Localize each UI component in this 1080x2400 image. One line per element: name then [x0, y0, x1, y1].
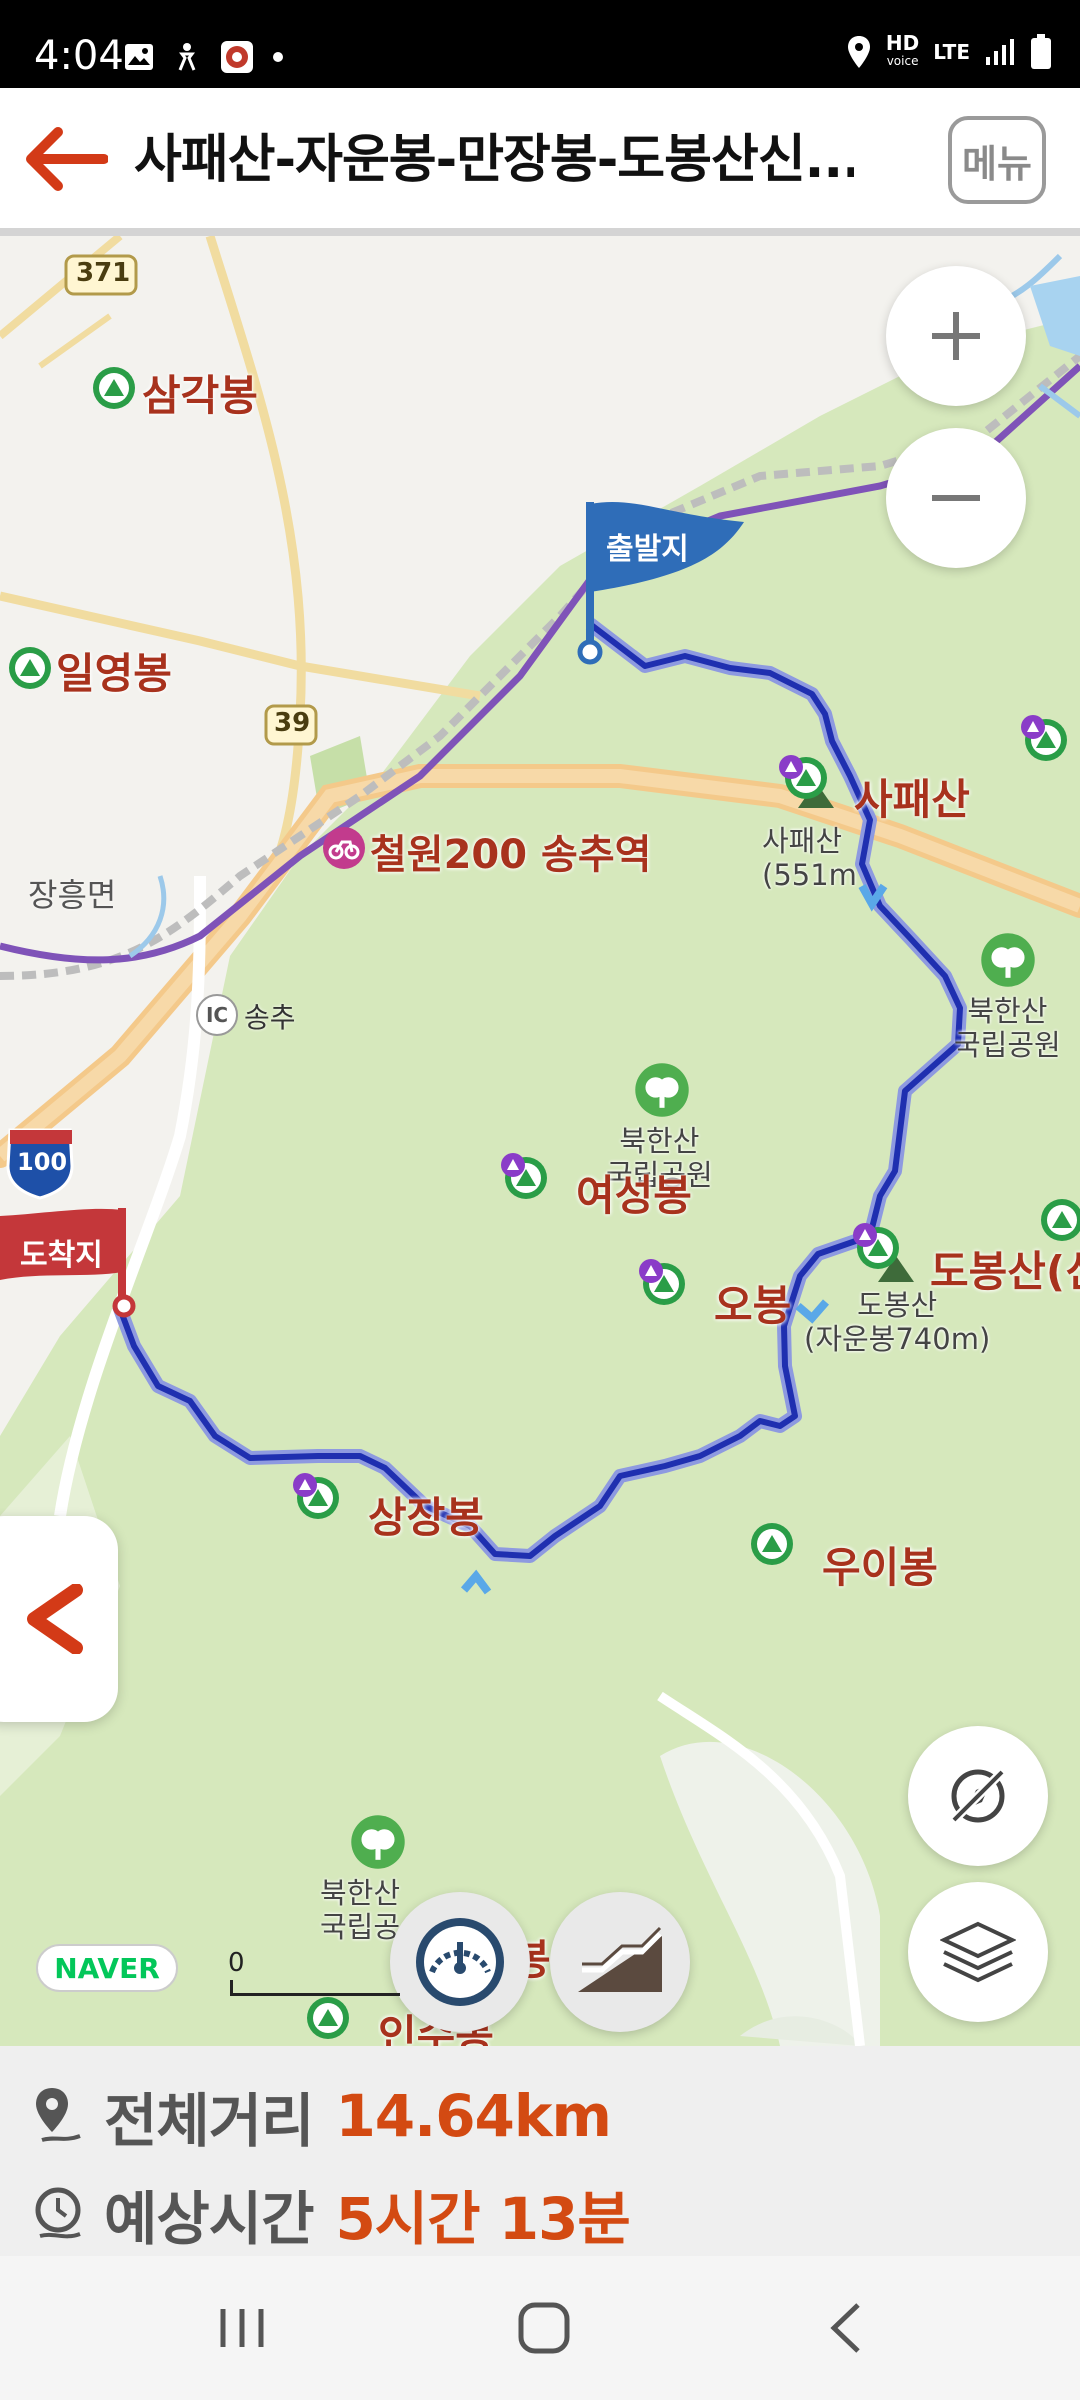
arrow-left-icon [26, 127, 109, 191]
distance-label: 전체거리 [104, 2087, 314, 2155]
zoom-out-button[interactable] [886, 428, 1026, 568]
page-title: 사패산-자운봉-만장봉-도봉산신... [134, 130, 854, 190]
mountain-icon [9, 647, 51, 689]
start-flag-label: 출발지 [606, 532, 689, 567]
park-bukhansan-3: 북한산 국립공 [320, 1876, 401, 1944]
recents-button[interactable] [202, 2296, 282, 2360]
ic-badge: IC [196, 994, 238, 1036]
dot-icon [273, 52, 283, 62]
poi-station[interactable]: 철원200 송추역 [370, 822, 651, 880]
location-icon [847, 36, 870, 68]
road-number-100: 100 [17, 1148, 68, 1176]
back-chevron-icon [830, 2303, 860, 2353]
bicycle-station-icon [323, 827, 365, 869]
route-pin-icon [36, 2088, 81, 2142]
hiker-badge-icon [779, 755, 803, 779]
peak-sapaesan-info: 사패산 (551m [762, 824, 857, 892]
mountain-icon [93, 367, 135, 409]
hiker-badge-icon [853, 1223, 877, 1247]
compass-button[interactable] [908, 1726, 1048, 1866]
map-view[interactable]: 371 39 100 삼각봉 일영봉 장흥면 철원200 송추역 IC 송추 사… [0, 236, 1080, 2046]
scale-bar [230, 1980, 400, 1996]
hiker-badge-icon [293, 1473, 317, 1497]
poi-sangjangbong[interactable]: 상장봉 [368, 1484, 484, 1545]
clock-pin-icon [35, 2187, 81, 2239]
plus-icon [932, 312, 980, 360]
park-tree-icon [981, 933, 1035, 987]
gallery-icon [125, 44, 153, 70]
hiker-badge-icon [501, 1153, 525, 1177]
poi-samgakbong[interactable]: 삼각봉 [142, 362, 258, 423]
hiker-badge-icon [639, 1259, 663, 1283]
scale-zero: 0 [228, 1948, 245, 1978]
time-row: 예상시간 5시간 13분 [32, 2172, 631, 2256]
poi-sapaesan[interactable]: 사패산 [854, 766, 970, 827]
mountain-icon [1041, 1199, 1080, 1241]
poi-yeoseongbong[interactable]: 여성봉 [576, 1162, 692, 1223]
hd-voice-indicator: HD voice [885, 31, 920, 68]
area-janghueongmyeon: 장흥면 [28, 876, 117, 914]
route-summary: 전체거리 14.64km 예상시간 5시간 13분 [0, 2046, 1080, 2256]
peak-dobongsan-info: 도봉산 (자운봉740m) [804, 1288, 991, 1356]
hiker-badge-icon [1021, 715, 1045, 739]
side-panel-toggle[interactable] [0, 1516, 118, 1722]
start-flag-icon[interactable] [574, 492, 754, 666]
system-back-button[interactable] [806, 2296, 886, 2360]
distance-row: 전체거리 14.64km [32, 2074, 612, 2158]
time-label: 예상시간 [104, 2185, 314, 2253]
poi-obong[interactable]: 오봉 [714, 1272, 791, 1333]
app-notification-icon [221, 41, 253, 73]
menu-button[interactable]: 메뉴 [948, 116, 1046, 204]
naver-attribution[interactable]: NAVER [36, 1944, 178, 1992]
speedometer-icon [416, 1918, 504, 2006]
mountain-icon [751, 1523, 793, 1565]
distance-value: 14.64km [335, 2082, 611, 2150]
end-flag-label: 도착지 [20, 1238, 103, 1273]
poi-uibong[interactable]: 우이봉 [822, 1534, 938, 1595]
recents-icon [220, 2309, 264, 2347]
chevron-left-icon [27, 1584, 83, 1654]
layers-icon [940, 1921, 1016, 1983]
home-button[interactable] [504, 2296, 584, 2360]
park-tree-icon [351, 1815, 405, 1869]
minus-icon [932, 495, 980, 501]
accessibility-icon [178, 43, 196, 71]
home-icon [518, 2302, 570, 2354]
signal-icon [986, 39, 1014, 65]
compass-off-icon [950, 1768, 1006, 1824]
back-button[interactable] [24, 126, 109, 192]
time-value: 5시간 13분 [335, 2185, 630, 2253]
divider [0, 228, 1080, 236]
mountain-icon [307, 1997, 349, 2039]
layers-button[interactable] [908, 1882, 1048, 2022]
road-number-39: 39 [274, 708, 311, 738]
title-bar: 사패산-자운봉-만장봉-도봉산신... 메뉴 [0, 88, 1080, 228]
system-icons: HD voice LTE [846, 31, 1052, 70]
label-songchu: 송추 [244, 1001, 296, 1034]
poi-ilyeongbong[interactable]: 일영봉 [56, 640, 172, 701]
lte-indicator: LTE [933, 40, 970, 64]
battery-icon [1031, 34, 1051, 69]
park-bukhansan-1: 북한산 국립공원 [954, 994, 1061, 1062]
elevation-icon [578, 1926, 662, 1992]
park-tree-icon [635, 1063, 689, 1117]
speedometer-button[interactable] [390, 1892, 530, 2032]
zoom-in-button[interactable] [886, 266, 1026, 406]
elevation-button[interactable] [550, 1892, 690, 2032]
status-bar: 4:04 HD voice LTE [0, 0, 1080, 88]
notification-icons [124, 40, 284, 74]
status-time: 4:04 [34, 33, 124, 79]
road-number-371: 371 [76, 258, 131, 288]
system-nav-bar [0, 2256, 1080, 2400]
